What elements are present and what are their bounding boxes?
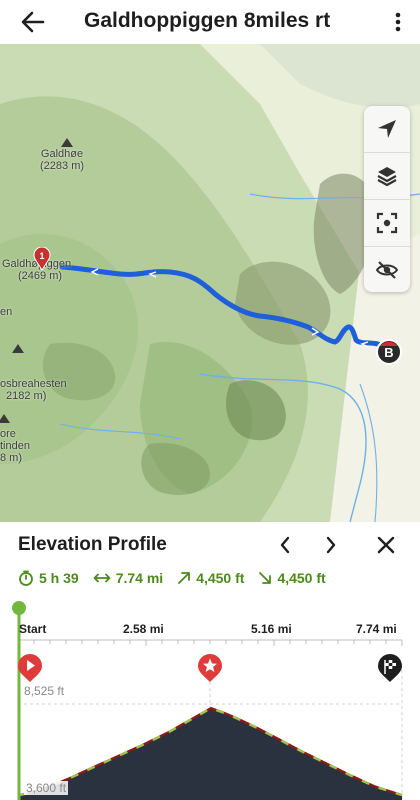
end-marker-label: B (384, 345, 393, 360)
stat-ascent: 4,450 ft (177, 570, 244, 586)
x-tick-label: 5.16 mi (251, 622, 292, 636)
map-label-galdhoe: Galdhøe (2283 m) (40, 148, 84, 172)
ascent-value: 4,450 ft (196, 570, 245, 586)
map-terrain (0, 44, 420, 522)
toggle-visibility-button[interactable] (364, 246, 410, 292)
map-controls (364, 106, 410, 292)
cursor-handle[interactable] (12, 601, 26, 615)
focus-center-icon (376, 212, 398, 233)
elevation-area (20, 708, 402, 800)
route-stats: 5 h 39 7.74 mi 4,450 ft 4,450 ft (18, 568, 340, 588)
chevron-left-icon (280, 536, 290, 554)
peak-elevation: (2283 m) (40, 160, 85, 172)
elevation-chart[interactable]: Start 2.58 mi 5.16 mi 7.74 mi 8,525 ft 3… (0, 600, 420, 800)
panel-title: Elevation Profile (18, 534, 167, 555)
peak-name: ore (0, 428, 16, 440)
y-min-label: 3,600 ft (24, 781, 69, 795)
navigation-arrow-icon (378, 120, 396, 138)
map-label-tinden: ore tinden 8 m) (0, 428, 30, 464)
start-marker-label: 1 (39, 251, 44, 261)
app-screen: Galdhoppiggen 8miles rt Galdhøe (2283 m)… (0, 0, 420, 800)
peak-name: osbreahesten (0, 378, 67, 390)
stat-descent: 4,450 ft (258, 570, 326, 586)
chevron-right-icon (326, 536, 336, 554)
previous-button[interactable] (272, 532, 298, 558)
map-label-fragment: en (0, 306, 13, 318)
my-location-button[interactable] (364, 106, 410, 152)
x-tick-label: 7.74 mi (356, 622, 397, 636)
finish-flag-icon (378, 654, 402, 682)
descent-arrow-icon (259, 572, 272, 584)
stat-duration: 5 h 39 (18, 570, 79, 586)
close-button[interactable] (373, 532, 399, 558)
visibility-off-icon (375, 260, 399, 279)
start-flag-icon (18, 654, 42, 682)
center-map-button[interactable] (364, 199, 410, 245)
peak-elevation: 2182 m) (6, 390, 47, 402)
more-vert-icon (395, 12, 401, 32)
page-title: Galdhoppiggen 8miles rt (84, 9, 331, 32)
stat-distance: 7.74 mi (93, 570, 163, 586)
end-marker[interactable]: B (375, 338, 403, 371)
summit-star-icon (198, 654, 222, 682)
x-tick-label: 2.58 mi (123, 622, 164, 636)
map-pin-icon: 1 (33, 246, 51, 271)
stopwatch-icon (19, 570, 33, 586)
start-marker[interactable]: 1 (33, 246, 51, 276)
horizontal-arrows-icon (93, 573, 111, 583)
y-max-label: 8,525 ft (24, 684, 65, 698)
arrow-left-icon (21, 11, 45, 33)
x-tick-label: Start (19, 622, 47, 636)
distance-value: 7.74 mi (115, 570, 164, 586)
peak-name: Galdhøe (40, 148, 84, 160)
next-button[interactable] (318, 532, 344, 558)
layers-button[interactable] (364, 152, 410, 198)
layers-icon (377, 166, 397, 186)
peak-name: tinden (0, 440, 30, 452)
map-view[interactable]: Galdhøe (2283 m) Galdhøpiggen (2469 m) e… (0, 44, 420, 522)
top-app-bar: Galdhoppiggen 8miles rt (0, 0, 420, 44)
close-icon (377, 536, 395, 554)
end-pin-icon: B (376, 339, 402, 365)
x-axis-ticks (17, 640, 403, 646)
duration-value: 5 h 39 (39, 570, 79, 586)
more-options-button[interactable] (388, 8, 408, 36)
ascent-arrow-icon (178, 572, 191, 584)
elevation-panel: Elevation Profile 5 h 39 7.74 mi 4,450 f… (0, 522, 420, 800)
peak-elevation: 8 m) (0, 452, 22, 464)
map-label-breahesten: osbreahesten 2182 m) (0, 378, 67, 402)
back-button[interactable] (18, 8, 48, 36)
descent-value: 4,450 ft (277, 570, 326, 586)
